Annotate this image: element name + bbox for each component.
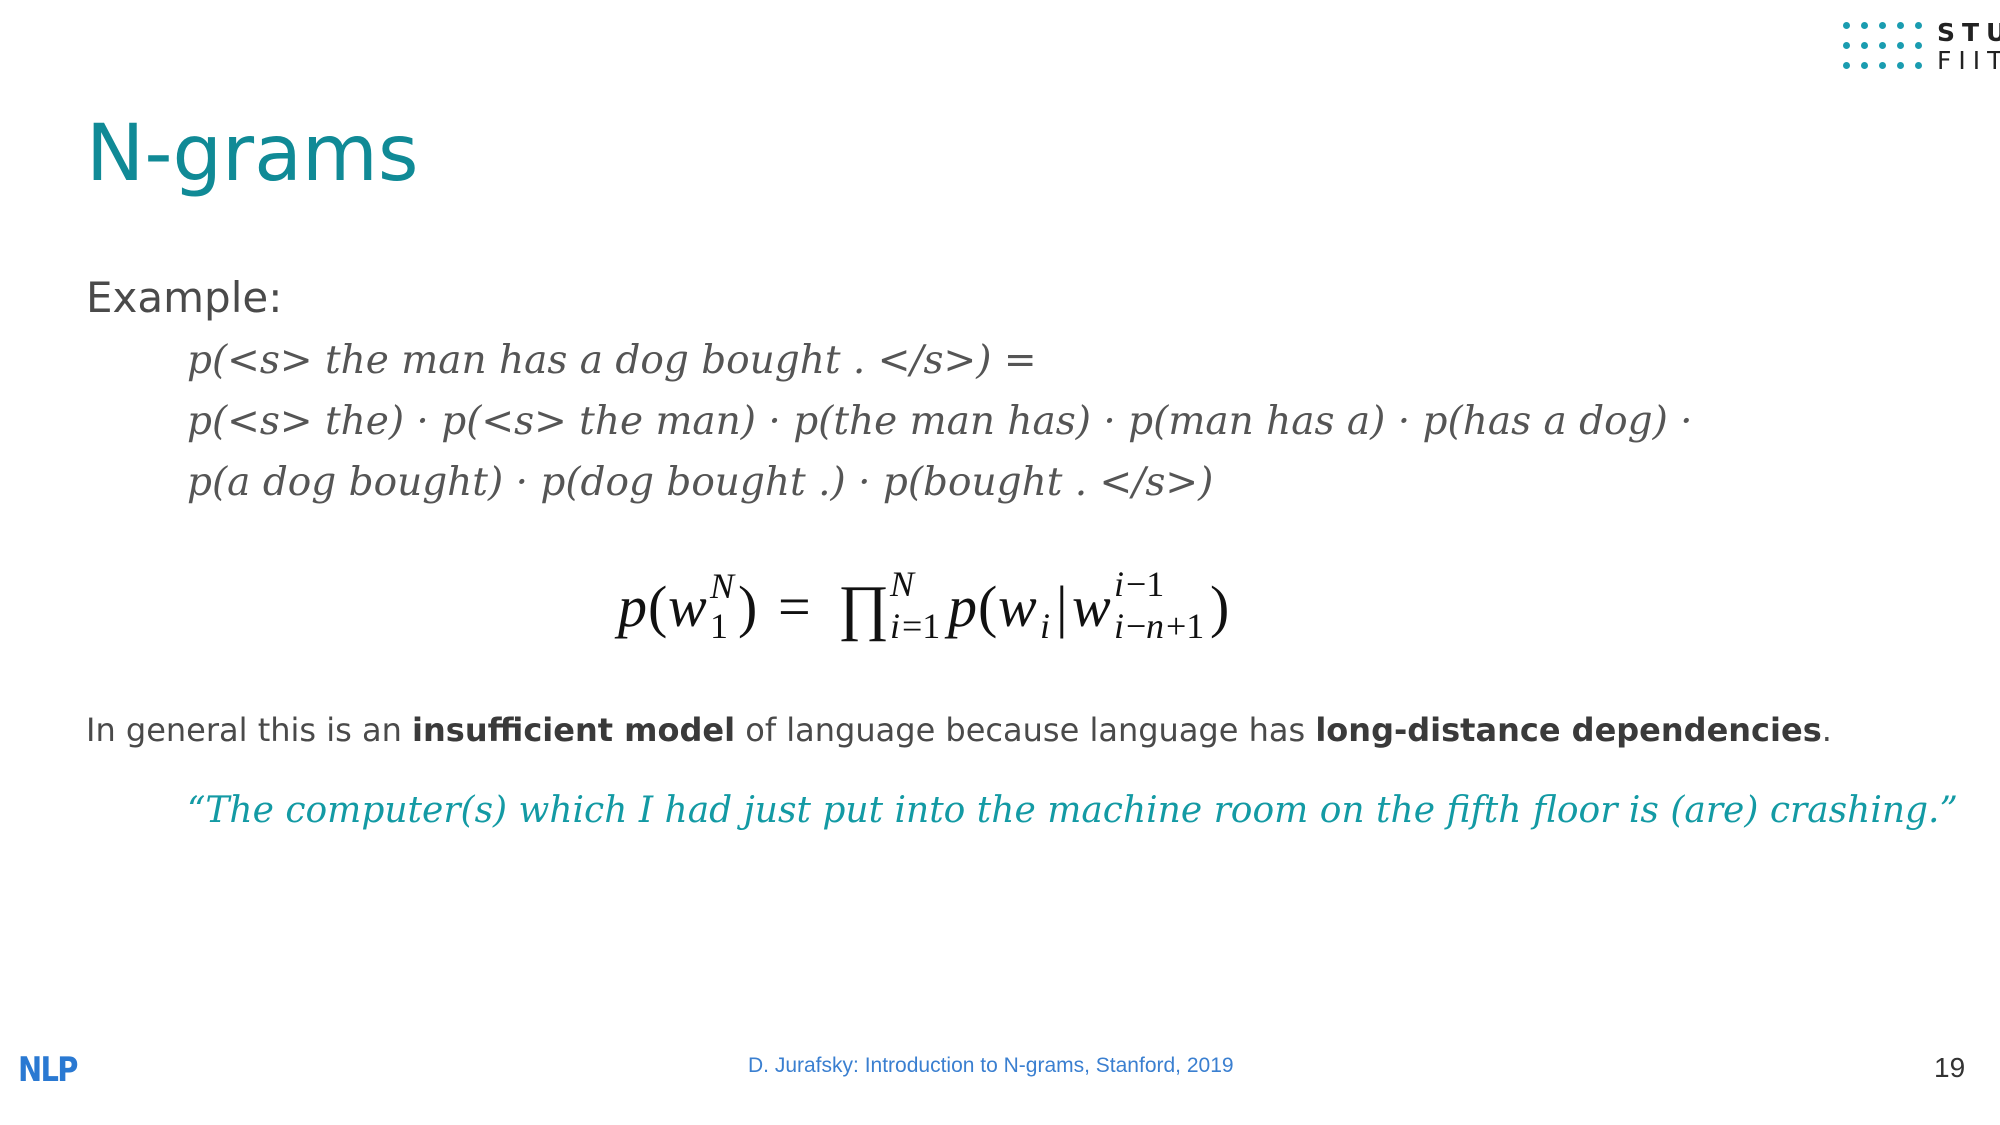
svg-text:): )	[738, 574, 757, 639]
svg-text:i: i	[1114, 564, 1124, 604]
svg-text:N: N	[709, 566, 736, 606]
svg-text:(: (	[978, 574, 997, 639]
svg-text:w: w	[668, 574, 707, 639]
svg-text:|: |	[1056, 574, 1068, 639]
svg-text:+1: +1	[1166, 606, 1204, 646]
svg-text:p: p	[944, 574, 977, 639]
svg-text:1: 1	[710, 606, 728, 646]
svg-text:w: w	[998, 574, 1037, 639]
example-line-2: p(<s> the) · p(<s> the man) · p(the man …	[187, 399, 1693, 444]
ngram-formula: p ( w N 1 ) = ∏ N i =1 p ( w i | w i −1 …	[610, 556, 1310, 646]
general-text-1: In general this is an	[86, 711, 413, 749]
svg-text:i: i	[890, 606, 900, 646]
stu-fiit-logo: STU FIIT	[1843, 20, 2000, 73]
example-quote: “The computer(s) which I had just put in…	[187, 790, 1958, 831]
svg-text:=: =	[778, 574, 811, 639]
long-distance-emphasis: long-distance dependencies	[1315, 711, 1822, 749]
general-statement: In general this is an insufficient model…	[86, 710, 1832, 752]
svg-text:∏: ∏	[838, 574, 889, 642]
svg-text:w: w	[1072, 574, 1111, 639]
svg-text:−1: −1	[1126, 564, 1164, 604]
general-text-2: of language because language has	[735, 711, 1316, 749]
general-text-3: .	[1821, 711, 1832, 749]
svg-text:(: (	[648, 574, 667, 639]
example-line-3: p(a dog bought) · p(dog bought .) · p(bo…	[187, 460, 1214, 505]
slide-title: N-grams	[86, 109, 419, 199]
logo-text-stu: STU	[1937, 18, 2000, 47]
svg-text:i: i	[1114, 606, 1124, 646]
svg-text:N: N	[889, 564, 916, 604]
example-label: Example:	[86, 273, 283, 322]
svg-text:p: p	[614, 574, 647, 639]
footer-reference: D. Jurafsky: Introduction to N-grams, St…	[748, 1054, 1234, 1077]
svg-text:−: −	[1126, 606, 1146, 646]
svg-text:): )	[1210, 574, 1229, 639]
logo-text-fiit: FIIT	[1937, 46, 2000, 75]
svg-text:=1: =1	[902, 606, 940, 646]
svg-text:i: i	[1040, 606, 1050, 646]
example-line-1: p(<s> the man has a dog bought . </s>) =	[187, 338, 1037, 383]
svg-text:n: n	[1146, 606, 1164, 646]
page-number: 19	[1934, 1052, 1966, 1083]
nlp-logo: NLP	[18, 1050, 78, 1090]
insufficient-model-emphasis: insufficient model	[412, 711, 736, 749]
